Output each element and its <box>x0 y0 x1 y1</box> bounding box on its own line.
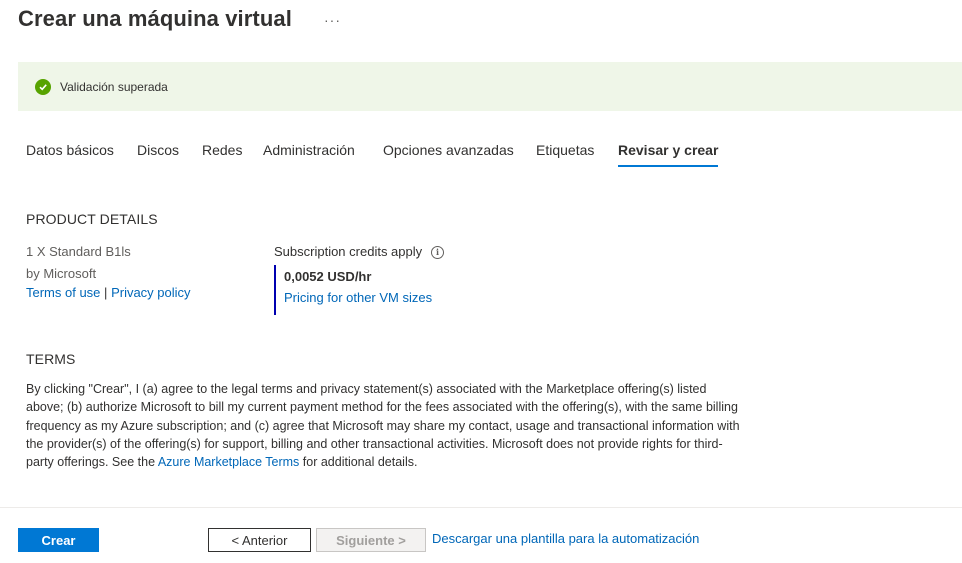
price-box: 0,0052 USD/hr Pricing for other VM sizes <box>274 265 432 315</box>
validation-banner: Validación superada <box>18 62 962 111</box>
terms-text: By clicking "Crear", I (a) agree to the … <box>26 380 746 471</box>
info-icon[interactable]: i <box>431 246 444 259</box>
footer-divider <box>0 507 962 508</box>
subscription-credits-label: Subscription credits apply <box>274 244 423 259</box>
tab-etiquetas[interactable]: Etiquetas <box>536 141 594 167</box>
next-button: Siguiente > <box>316 528 426 552</box>
terms-heading: TERMS <box>26 351 76 367</box>
link-separator: | <box>104 285 108 300</box>
price-value: 0,0052 USD/hr <box>284 269 372 284</box>
terms-text-end: for additional details. <box>299 455 418 470</box>
tab-datos-basicos[interactable]: Datos básicos <box>26 141 114 167</box>
product-name: 1 X Standard B1ls <box>26 244 131 259</box>
create-button[interactable]: Crear <box>18 528 99 552</box>
azure-marketplace-terms-link[interactable]: Azure Marketplace Terms <box>158 455 300 469</box>
download-template-link[interactable]: Descargar una plantilla para la automati… <box>432 531 699 546</box>
tab-redes[interactable]: Redes <box>202 141 242 167</box>
product-links: Terms of use | Privacy policy <box>26 285 191 300</box>
privacy-policy-link[interactable]: Privacy policy <box>111 285 190 300</box>
more-options-icon[interactable]: ··· <box>324 8 344 32</box>
tab-revisar-y-crear[interactable]: Revisar y crear <box>618 141 719 167</box>
validation-text: Validación superada <box>60 79 168 94</box>
tab-opciones-avanzadas[interactable]: Opciones avanzadas <box>383 141 514 167</box>
terms-of-use-link[interactable]: Terms of use <box>26 285 100 300</box>
tab-administracion[interactable]: Administración <box>263 141 355 167</box>
tab-discos[interactable]: Discos <box>137 141 179 167</box>
check-circle-icon <box>35 78 51 95</box>
pricing-other-sizes-link[interactable]: Pricing for other VM sizes <box>284 290 432 305</box>
product-details-heading: PRODUCT DETAILS <box>26 211 158 227</box>
page-title: Crear una máquina virtual <box>18 6 292 31</box>
product-publisher: by Microsoft <box>26 266 97 281</box>
previous-button[interactable]: < Anterior <box>208 528 311 552</box>
